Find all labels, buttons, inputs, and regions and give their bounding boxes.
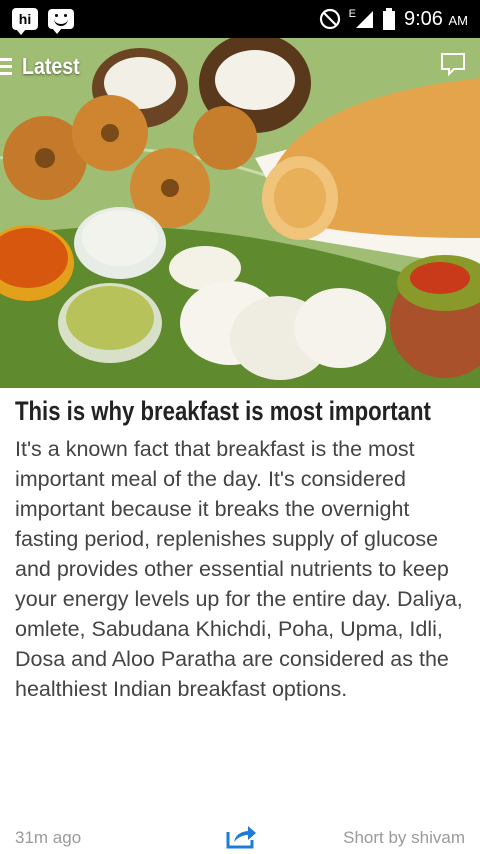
- dnd-icon: [319, 8, 340, 30]
- section-title[interactable]: Latest: [22, 53, 80, 80]
- signal-icon: [356, 11, 373, 28]
- hike-app-icon: hi: [12, 8, 38, 35]
- article-headline: This is why breakfast is most important: [15, 396, 431, 426]
- status-bar: hi E 9:06 AM: [0, 0, 480, 38]
- clock-time: 9:06: [404, 7, 443, 30]
- hamburger-menu-icon[interactable]: [0, 57, 14, 75]
- article-body: It's a known fact that breakfast is the …: [15, 437, 463, 701]
- time-ago-label: 31m ago: [15, 828, 82, 847]
- chat-smiley-icon: [48, 9, 74, 34]
- comment-icon[interactable]: [440, 52, 466, 76]
- clock-suffix: AM: [448, 12, 469, 28]
- article-footer: 31m ago Short by shivam: [0, 816, 480, 854]
- share-icon[interactable]: [224, 820, 258, 850]
- top-toolbar: Latest: [0, 38, 480, 94]
- battery-icon: [383, 8, 395, 30]
- author-label: Short by shivam: [343, 828, 465, 847]
- app-badge-label: hi: [18, 11, 32, 27]
- clock: 9:06 AM: [404, 8, 468, 31]
